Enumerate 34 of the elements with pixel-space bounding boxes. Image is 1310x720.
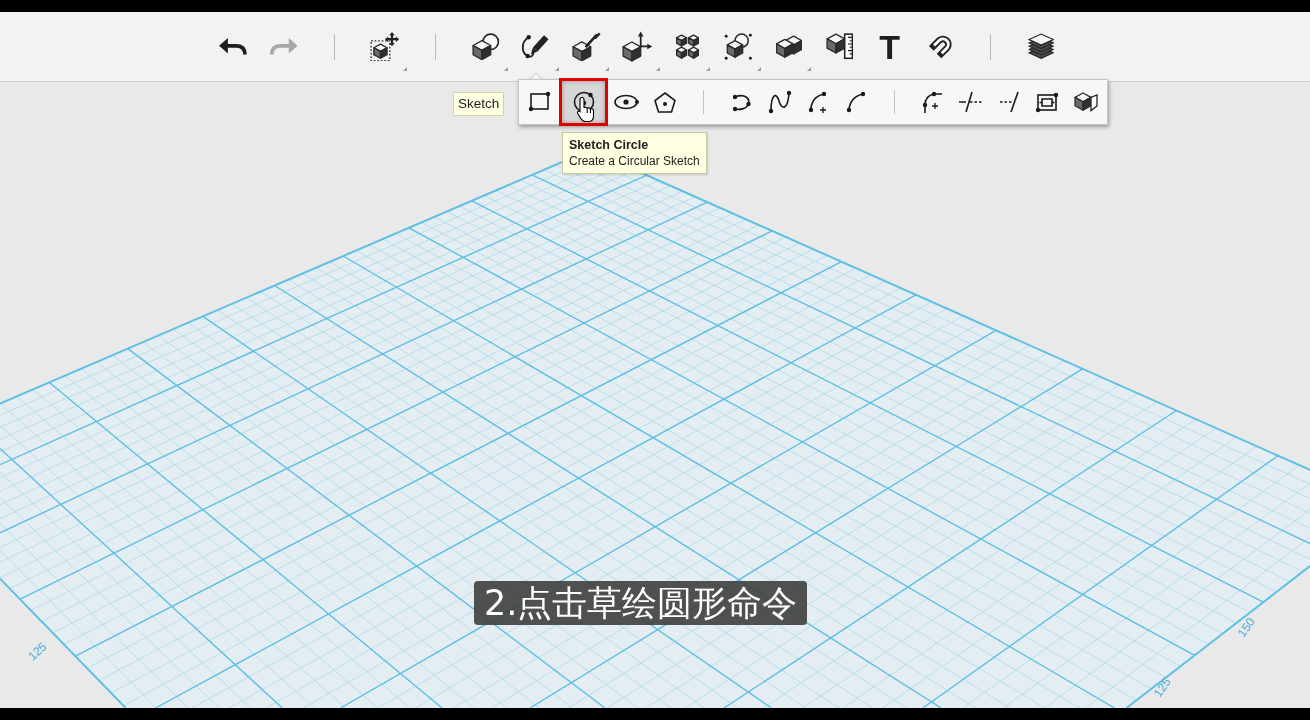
cube-sphere-icon (472, 32, 500, 61)
arc-icon (846, 91, 867, 113)
fillet-icon (922, 90, 944, 114)
cube-sphere-dotted-icon (723, 32, 753, 61)
tooltip-text: Create a Circular Sketch (569, 153, 700, 169)
undo-icon (218, 37, 249, 56)
grid-label: 125 (25, 639, 50, 664)
circle-icon (572, 91, 595, 113)
grid-label: 125 (1150, 675, 1174, 700)
spline-icon (731, 92, 752, 112)
ellipse-icon (614, 94, 641, 110)
cube-move-icon (369, 31, 400, 62)
cube-axes-icon (621, 31, 653, 62)
layers-icon (1028, 33, 1055, 60)
offset-rectangle-icon (1035, 91, 1060, 113)
two-cubes-icon (775, 34, 802, 59)
magnet-icon (927, 33, 953, 60)
pentagon-icon (654, 91, 677, 113)
redo-icon (268, 37, 299, 56)
grid-label: 150 (1234, 615, 1258, 640)
tooltip-title: Sketch Circle (569, 137, 650, 153)
cube-face-icon (1073, 92, 1098, 112)
trim-icon (958, 91, 984, 113)
cube-ruler-icon (825, 33, 853, 60)
hand-cursor-icon (576, 96, 596, 123)
group-label: Sketch (453, 92, 505, 116)
cubes-grid-icon (676, 33, 700, 60)
cube-brush-icon (571, 31, 602, 62)
rectangle-icon (528, 91, 553, 113)
subtitle-caption: 2.点击草绘圆形命令 (474, 581, 808, 625)
extend-icon (998, 91, 1020, 113)
text-tool-button[interactable]: T (864, 13, 915, 80)
wave-curve-icon (768, 90, 793, 114)
arc-plus-icon (807, 90, 829, 114)
